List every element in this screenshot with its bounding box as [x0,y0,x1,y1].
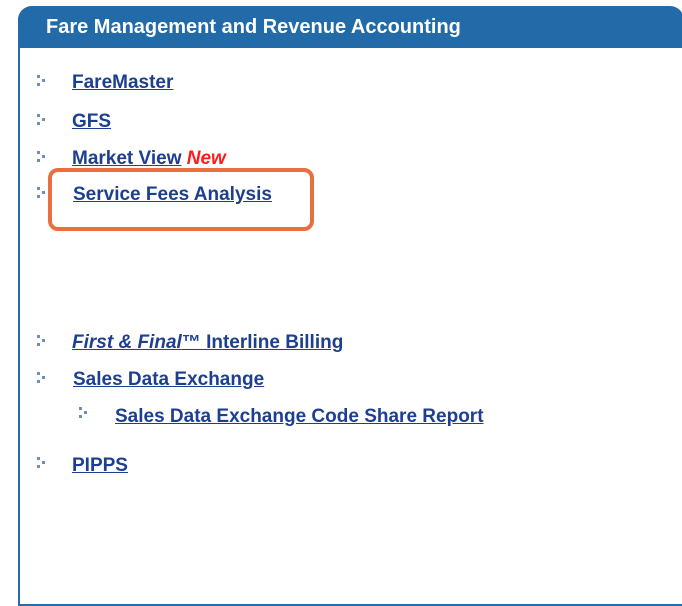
dotted-arrow-bullet-icon [37,187,45,198]
sales-data-exchange-link[interactable]: Sales Data Exchange [73,369,264,391]
dotted-arrow-bullet-icon [37,457,45,468]
panel-title: Fare Management and Revenue Accounting [18,6,682,48]
sales-data-exchange-code-share-report-link[interactable]: Sales Data Exchange Code Share Report [115,406,484,428]
service-fees-analysis-link[interactable]: Service Fees Analysis [73,184,272,206]
fare-management-panel: Fare Management and Revenue Accounting [18,6,682,606]
new-badge: New [186,148,226,169]
dotted-arrow-bullet-icon [37,114,45,125]
dotted-arrow-bullet-icon [37,372,45,383]
dotted-arrow-bullet-icon [37,335,45,346]
market-view-link[interactable]: Market View New [72,148,226,170]
dotted-arrow-bullet-icon [79,407,87,418]
dotted-arrow-bullet-icon [37,75,45,86]
first-final-italic-label: First & Final [72,332,182,353]
first-final-interline-billing-link[interactable]: First & Final™ Interline Billing [72,332,343,354]
faremaster-link[interactable]: FareMaster [72,72,173,94]
market-view-label: Market View [72,148,182,169]
pipps-link[interactable]: PIPPS [72,455,128,477]
interline-billing-label: ™ Interline Billing [181,332,344,353]
dotted-arrow-bullet-icon [37,151,45,162]
gfs-link[interactable]: GFS [72,111,111,133]
